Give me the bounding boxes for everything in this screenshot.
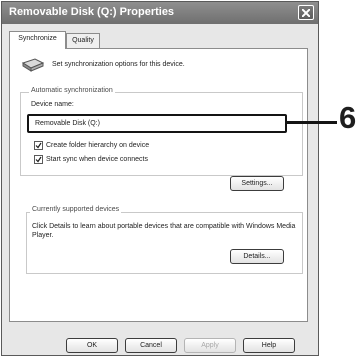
- create-folder-label: Create folder hierarchy on device: [46, 142, 150, 149]
- window-title: Removable Disk (Q:) Properties: [9, 6, 175, 18]
- start-sync-checkbox[interactable]: [34, 155, 43, 164]
- cancel-button[interactable]: Cancel: [125, 338, 177, 353]
- callout-number: 6: [339, 100, 357, 135]
- settings-button[interactable]: Settings...: [230, 176, 284, 191]
- title-bar[interactable]: Removable Disk (Q:) Properties: [2, 2, 318, 24]
- create-folder-checkbox[interactable]: [34, 141, 43, 150]
- ok-button[interactable]: OK: [66, 338, 118, 353]
- apply-button[interactable]: Apply: [184, 338, 236, 353]
- tab-synchronize[interactable]: Synchronize: [9, 31, 66, 49]
- auto-sync-group-title: Automatic synchronization: [29, 87, 115, 94]
- start-sync-label: Start sync when device connects: [46, 156, 148, 163]
- help-button[interactable]: Help: [243, 338, 295, 353]
- portable-device-icon: [21, 58, 45, 72]
- manual-illustration: Removable Disk (Q:) Properties Quality S…: [0, 0, 359, 361]
- supported-devices-group-title: Currently supported devices: [30, 206, 122, 213]
- close-button[interactable]: [298, 5, 314, 20]
- checkmark-icon: [35, 142, 42, 149]
- device-name-field[interactable]: Removable Disk (Q:): [27, 114, 287, 133]
- callout-line: [287, 121, 337, 124]
- details-button[interactable]: Details...: [230, 249, 284, 264]
- intro-text: Set synchronization options for this dev…: [52, 61, 185, 68]
- tab-quality[interactable]: Quality: [66, 33, 100, 49]
- device-name-label: Device name:: [31, 101, 74, 108]
- close-icon: [302, 9, 310, 17]
- checkmark-icon: [35, 156, 42, 163]
- supported-devices-description: Click Details to learn about portable de…: [32, 223, 296, 239]
